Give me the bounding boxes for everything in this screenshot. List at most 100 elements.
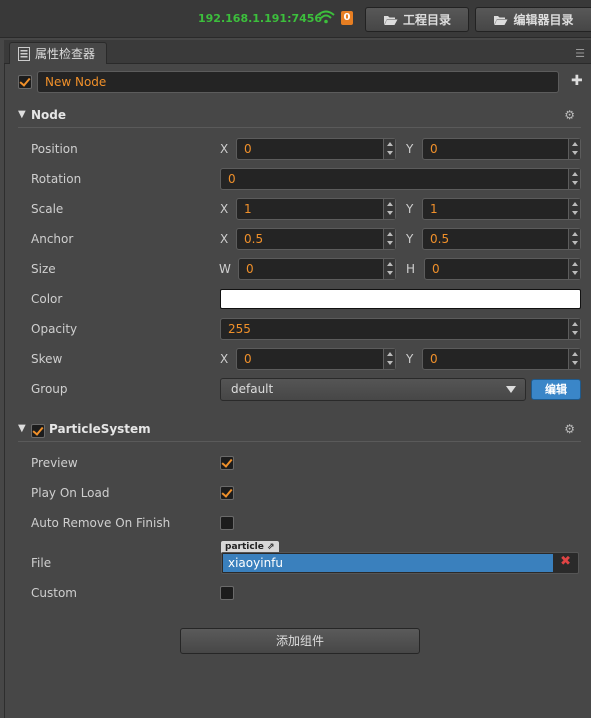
scale-x-input[interactable]: 1	[236, 198, 396, 220]
position-x-value: 0	[244, 142, 252, 156]
external-link-icon[interactable]: ⇗	[267, 542, 275, 552]
scale-x-value: 1	[244, 202, 252, 216]
custom-label: Custom	[31, 586, 77, 600]
spinner-icon[interactable]	[568, 199, 580, 219]
size-width-input[interactable]: 0	[238, 258, 396, 280]
file-asset-value: xiaoyinfu	[223, 554, 553, 572]
skew-x-value: 0	[244, 352, 252, 366]
spinner-icon[interactable]	[568, 349, 580, 369]
panel-menu-icon[interactable]: ☰	[575, 47, 585, 60]
anchor-y-input[interactable]: 0.5	[422, 228, 581, 250]
opacity-value: 255	[228, 322, 251, 336]
particle-enabled-checkbox[interactable]	[31, 424, 45, 438]
asset-type-label: particle	[225, 542, 264, 552]
collapse-arrow-icon[interactable]: ▼	[18, 423, 26, 434]
open-editor-folder-label: 编辑器目录	[513, 13, 574, 27]
scale-y-axis-label: Y	[406, 202, 414, 216]
dropdown-caret-icon	[506, 386, 516, 393]
rotation-input[interactable]: 0	[220, 168, 581, 190]
size-height-input[interactable]: 0	[424, 258, 581, 280]
spinner-icon[interactable]	[568, 229, 580, 249]
open-project-folder-button[interactable]: 工程目录	[365, 7, 469, 32]
size-w-axis-label: W	[219, 262, 231, 276]
open-editor-folder-button[interactable]: 编辑器目录	[475, 7, 591, 32]
spinner-icon[interactable]	[383, 349, 395, 369]
notification-badge[interactable]: 0	[341, 11, 353, 25]
scale-x-axis-label: X	[220, 202, 229, 216]
clear-icon[interactable]: ✖	[560, 554, 571, 569]
color-picker[interactable]	[220, 289, 581, 309]
node-section-title: Node	[31, 108, 67, 122]
particle-section-title: ParticleSystem	[49, 422, 151, 436]
opacity-input[interactable]: 255	[220, 318, 581, 340]
spinner-icon[interactable]	[383, 229, 395, 249]
gear-icon[interactable]: ⚙	[564, 422, 575, 436]
rotation-value: 0	[228, 172, 236, 186]
particle-section-header[interactable]: ▼ ParticleSystem ⚙	[18, 420, 581, 442]
color-label: Color	[31, 292, 63, 306]
spinner-icon[interactable]	[568, 259, 580, 279]
anchor-x-input[interactable]: 0.5	[236, 228, 396, 250]
anchor-y-value: 0.5	[430, 232, 450, 246]
collapse-arrow-icon[interactable]: ▼	[18, 109, 26, 120]
auto-remove-label: Auto Remove On Finish	[31, 516, 171, 530]
spinner-icon[interactable]	[568, 169, 580, 189]
add-component-button[interactable]: 添加组件	[180, 628, 420, 654]
file-label: File	[31, 556, 52, 570]
add-icon[interactable]: ✚	[571, 73, 583, 89]
size-height-value: 0	[432, 262, 440, 276]
size-label: Size	[31, 262, 56, 276]
skew-x-input[interactable]: 0	[236, 348, 396, 370]
size-width-value: 0	[246, 262, 254, 276]
preview-label: Preview	[31, 456, 78, 470]
skew-y-input[interactable]: 0	[422, 348, 581, 370]
play-on-load-label: Play On Load	[31, 486, 110, 500]
spinner-icon[interactable]	[568, 319, 580, 339]
preview-checkbox[interactable]	[220, 456, 234, 470]
spinner-icon[interactable]	[383, 139, 395, 159]
rotation-label: Rotation	[31, 172, 82, 186]
gear-icon[interactable]: ⚙	[564, 108, 575, 122]
position-y-input[interactable]: 0	[422, 138, 581, 160]
panel-tab-bar: 属性检查器 ☰	[4, 40, 591, 64]
tab-inspector-label: 属性检查器	[35, 47, 96, 61]
opacity-label: Opacity	[31, 322, 78, 336]
auto-remove-checkbox[interactable]	[220, 516, 234, 530]
position-x-axis-label: X	[220, 142, 229, 156]
skew-x-axis-label: X	[220, 352, 229, 366]
inspector-icon	[18, 46, 30, 61]
node-enabled-checkbox[interactable]	[18, 75, 32, 89]
node-name-input[interactable]: New Node	[37, 71, 559, 93]
skew-label: Skew	[31, 352, 63, 366]
folder-open-icon	[494, 15, 508, 25]
folder-open-icon	[383, 15, 398, 25]
file-asset-field[interactable]: xiaoyinfu ✖	[221, 552, 579, 574]
position-x-input[interactable]: 0	[236, 138, 396, 160]
position-y-axis-label: Y	[406, 142, 414, 156]
spinner-icon[interactable]	[383, 199, 395, 219]
skew-y-axis-label: Y	[406, 352, 414, 366]
scale-y-input[interactable]: 1	[422, 198, 581, 220]
anchor-label: Anchor	[31, 232, 74, 246]
group-select-value: default	[231, 382, 274, 396]
scale-label: Scale	[31, 202, 64, 216]
position-y-value: 0	[430, 142, 438, 156]
anchor-y-axis-label: Y	[406, 232, 414, 246]
anchor-x-axis-label: X	[220, 232, 229, 246]
top-toolbar: 192.168.1.191:7456 0 工程目录 编辑器目录	[0, 0, 591, 38]
node-section-header[interactable]: ▼ Node ⚙	[18, 106, 581, 128]
custom-checkbox[interactable]	[220, 586, 234, 600]
wifi-icon	[317, 10, 335, 24]
anchor-x-value: 0.5	[244, 232, 264, 246]
play-on-load-checkbox[interactable]	[220, 486, 234, 500]
position-label: Position	[31, 142, 78, 156]
skew-y-value: 0	[430, 352, 438, 366]
tab-inspector[interactable]: 属性检查器	[9, 42, 107, 64]
spinner-icon[interactable]	[383, 259, 395, 279]
server-address: 192.168.1.191:7456	[198, 12, 323, 25]
edit-group-button[interactable]: 编辑	[531, 379, 581, 400]
spinner-icon[interactable]	[568, 139, 580, 159]
scale-y-value: 1	[430, 202, 438, 216]
open-project-folder-label: 工程目录	[402, 13, 451, 27]
group-select[interactable]: default	[220, 378, 526, 401]
